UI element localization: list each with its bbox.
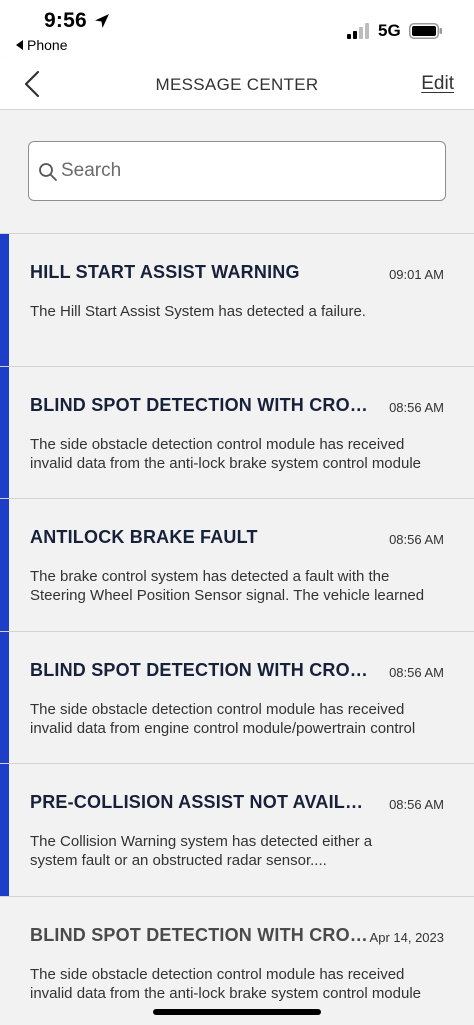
message-preview: The side obstacle detection control modu… <box>30 700 446 738</box>
message-preview-line: invalid data from the anti-lock brake sy… <box>30 984 422 1002</box>
message-title: BLIND SPOT DETECTION WITH CROSS TRAFFIC … <box>30 659 368 680</box>
message-preview-line: The brake control system has detected a … <box>30 568 390 585</box>
message-time: 08:56 AM <box>389 399 444 415</box>
message-preview-line: The side obstacle detection control modu… <box>30 435 405 453</box>
back-app-label: Phone <box>27 37 68 53</box>
message-preview-line: invalid data from the anti-lock brake sy… <box>30 454 422 472</box>
message-preview: The Hill Start Assist System has detecte… <box>30 302 446 321</box>
message-preview-line: The Hill Start Assist System has detecte… <box>30 303 366 320</box>
back-to-app-link[interactable]: Phone <box>16 37 67 53</box>
message-preview: The side obstacle detection control modu… <box>30 435 446 473</box>
page-title: MESSAGE CENTER <box>155 75 319 94</box>
message-time: 08:56 AM <box>389 532 444 547</box>
message-time: 09:01 AM <box>389 267 444 282</box>
message-list: HILL START ASSIST WARNING 09:01 AM The H… <box>0 233 474 1025</box>
message-preview-line: The Collision Warning system has detecte… <box>30 833 373 850</box>
location-arrow-icon <box>95 14 109 28</box>
message-preview-line: The side obstacle detection control modu… <box>30 700 405 718</box>
message-time: 08:56 AM <box>389 664 444 680</box>
unread-indicator <box>0 234 9 366</box>
unread-indicator <box>0 631 9 763</box>
message-item[interactable]: BLIND SPOT DETECTION WITH CROSS TRAFFIC … <box>0 365 474 498</box>
nav-bar: MESSAGE CENTER Edit <box>0 58 474 110</box>
edit-button[interactable]: Edit <box>421 73 454 95</box>
message-preview-line: invalid data from engine control module/… <box>30 719 416 737</box>
battery-icon <box>409 23 442 39</box>
message-time: 08:56 AM <box>389 797 444 812</box>
signal-bars-icon <box>347 23 369 39</box>
message-item[interactable]: ANTILOCK BRAKE FAULT 08:56 AM The brake … <box>0 498 474 631</box>
message-preview: The brake control system has detected a … <box>30 567 446 605</box>
search-input[interactable] <box>61 142 441 199</box>
message-title: BLIND SPOT DETECTION WITH CROSS TRAFFIC … <box>30 924 368 945</box>
message-item[interactable]: BLIND SPOT DETECTION WITH CROSS TRAFFIC … <box>0 630 474 763</box>
message-item[interactable]: HILL START ASSIST WARNING 09:01 AM The H… <box>0 233 474 366</box>
message-item[interactable]: PRE-COLLISION ASSIST NOT AVAILABLE 08:56… <box>0 763 474 896</box>
message-item[interactable]: BLIND SPOT DETECTION WITH CROSS TRAFFIC … <box>0 895 474 1025</box>
status-bar: 9:56 Phone 5G <box>0 0 474 58</box>
message-time: Apr 14, 2023 <box>369 929 444 945</box>
message-title: BLIND SPOT DETECTION WITH CROSS TRAFFIC … <box>30 394 368 415</box>
search-section <box>0 110 474 233</box>
home-indicator[interactable] <box>153 1009 321 1015</box>
status-time: 9:56 <box>44 9 87 32</box>
unread-indicator <box>0 499 9 631</box>
search-box[interactable] <box>28 141 446 201</box>
search-icon <box>39 163 57 181</box>
message-preview-line: system fault or an obstructed radar sens… <box>30 852 327 869</box>
unread-indicator <box>0 764 9 896</box>
message-title: PRE-COLLISION ASSIST NOT AVAILABLE <box>30 792 368 812</box>
message-title: ANTILOCK BRAKE FAULT <box>30 527 258 547</box>
message-preview: The Collision Warning system has detecte… <box>30 832 446 870</box>
message-preview-line: The side obstacle detection control modu… <box>30 965 405 983</box>
message-preview: The side obstacle detection control modu… <box>30 965 446 1003</box>
network-type: 5G <box>378 21 401 40</box>
back-triangle-icon <box>16 40 23 50</box>
unread-indicator <box>0 366 9 498</box>
message-preview-line: Steering Wheel Position Sensor signal. T… <box>30 587 425 604</box>
message-title: HILL START ASSIST WARNING <box>30 262 300 282</box>
